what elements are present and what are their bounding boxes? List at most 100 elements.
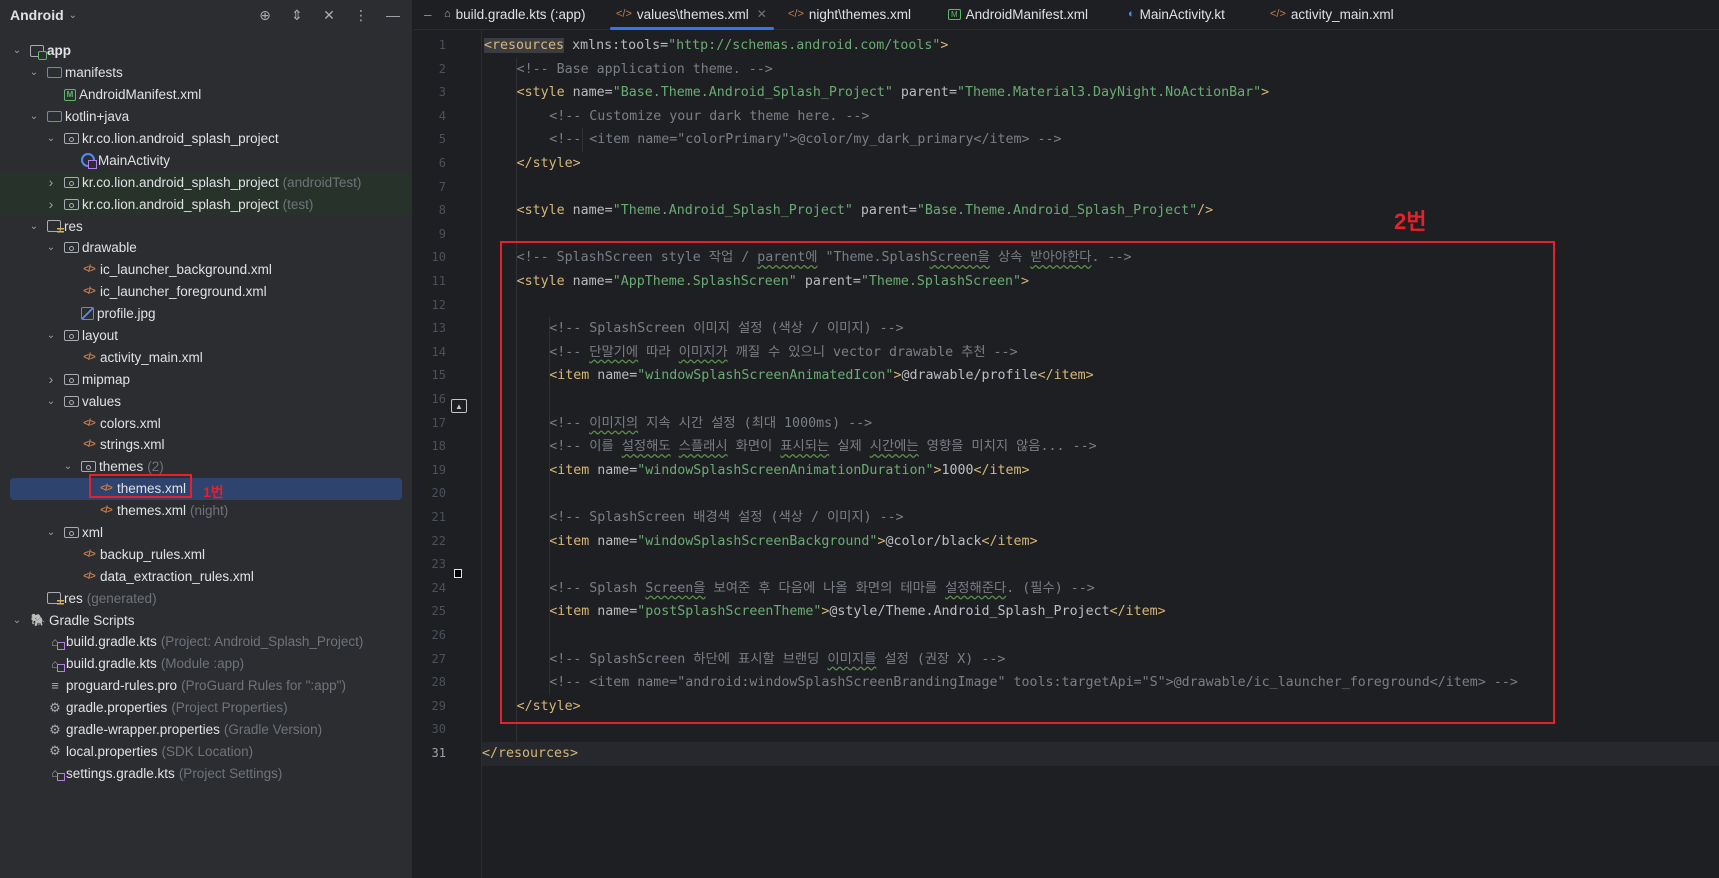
chevron-down-icon[interactable]: ⌄ (10, 615, 24, 626)
gradle-icon: 🐘 (30, 613, 46, 628)
tree-item[interactable]: </> data_extraction_rules.xml (0, 565, 412, 587)
tree-item-hint: (Project: Android_Splash_Project) (160, 634, 364, 650)
tree-item[interactable]: ⌂ settings.gradle.kts (Project Settings) (0, 762, 412, 784)
tree-item[interactable]: </> activity_main.xml (0, 346, 412, 368)
editor-tab[interactable]: ◐ MainActivity.kt (1118, 0, 1260, 29)
chevron-down-icon[interactable]: ⌄ (27, 221, 41, 232)
code-line[interactable]: <!-- Customize your dark theme here. --> (484, 105, 869, 129)
tree-item[interactable]: › mipmap (0, 368, 412, 390)
line-number: 21 (431, 510, 446, 524)
tree-item[interactable]: ⌄ layout (0, 325, 412, 347)
tree-item[interactable]: res (generated) (0, 587, 412, 609)
code-line[interactable]: <resources xmlns:tools="http://schemas.a… (484, 34, 948, 58)
locate-icon[interactable]: ⊕ (256, 7, 274, 24)
editor-tab[interactable]: </> night\themes.xml (778, 0, 938, 29)
line-number: 11 (431, 274, 446, 288)
expand-collapse-icon[interactable]: ⇕ (288, 7, 306, 24)
collapse-all-icon[interactable]: ✕ (320, 7, 338, 24)
code-line[interactable]: <!-- Base application theme. --> (484, 58, 773, 82)
chevron-down-icon[interactable]: ⌄ (61, 461, 75, 472)
chevron-down-icon[interactable]: ⌄ (27, 111, 41, 122)
tree-item[interactable]: ⌄ manifests (0, 62, 412, 84)
tree-item[interactable]: ≡ proguard-rules.pro (ProGuard Rules for "… (0, 675, 412, 697)
tree-item-label: themes (99, 459, 144, 475)
line-number: 12 (431, 297, 446, 312)
tree-item-label: drawable (82, 240, 137, 256)
xml-file-icon: </> (616, 8, 632, 20)
tree-item[interactable]: › kr.co.lion.android_splash_project (test) (0, 193, 412, 216)
tree-item[interactable]: ⌄ kotlin+java (0, 106, 412, 128)
chevron-down-icon[interactable]: ⌄ (69, 10, 77, 21)
tree-item[interactable]: ⚙ gradle-wrapper.properties (Gradle Versio… (0, 719, 412, 741)
chevron-down-icon[interactable]: ⌄ (27, 67, 41, 78)
tree-item-label: kr.co.lion.android_splash_project (82, 196, 279, 212)
image-preview-icon[interactable]: ▲ (451, 399, 467, 413)
tree-item[interactable]: </> themes.xml (night) (0, 500, 412, 522)
close-tab-icon[interactable]: ✕ (757, 7, 767, 21)
tree-item[interactable]: ⚙ gradle.properties (Project Properties) (0, 697, 412, 719)
tree-item[interactable]: </> strings.xml (0, 434, 412, 456)
chevron-down-icon[interactable]: ⌄ (44, 527, 58, 538)
tree-item-label: activity_main.xml (100, 349, 203, 365)
chevron-down-icon[interactable]: ⌄ (10, 45, 24, 56)
tree-item[interactable]: › kr.co.lion.android_splash_project (andro… (0, 171, 412, 194)
code-line[interactable]: <!-- <item name="colorPrimary">@color/my… (484, 128, 1061, 152)
xml-file-icon: </> (83, 548, 95, 560)
package-folder-icon (64, 176, 79, 188)
tree-item[interactable]: ⌄ 🐘 Gradle Scripts (0, 609, 412, 631)
chevron-right-icon[interactable]: › (44, 196, 58, 212)
tree-item[interactable]: </> ic_launcher_background.xml (0, 259, 412, 281)
tree-item[interactable]: ⌄ drawable (0, 237, 412, 259)
tab-label: build.gradle.kts (:app) (455, 6, 586, 22)
tabs-collapse-icon[interactable]: – (414, 0, 434, 29)
chevron-down-icon[interactable]: ⌄ (44, 133, 58, 144)
code-line[interactable]: </resources> (482, 742, 1719, 766)
tree-item[interactable]: ⌂ build.gradle.kts (Project: Android_Splas… (0, 631, 412, 653)
chevron-down-icon[interactable]: ⌄ (44, 242, 58, 253)
tree-item-label: backup_rules.xml (100, 546, 206, 562)
tree-item[interactable]: ⚙ local.properties (SDK Location) (0, 741, 412, 763)
tree-item[interactable]: ⌄ kr.co.lion.android_splash_project (0, 128, 412, 150)
code-line[interactable]: <style name="Theme.Android_Splash_Projec… (484, 199, 1214, 223)
tree-item[interactable]: ⌄ res (0, 215, 412, 237)
tree-item[interactable]: MainActivity (0, 149, 412, 171)
tree-item[interactable]: </> backup_rules.xml (0, 543, 412, 565)
tree-item[interactable]: ⌂ build.gradle.kts (Module :app) (0, 653, 412, 675)
code-token: parent (892, 85, 949, 101)
hide-icon[interactable]: — (384, 7, 402, 23)
chevron-right-icon[interactable]: › (44, 174, 58, 190)
tree-item[interactable]: profile.jpg (0, 303, 412, 325)
tree-item[interactable]: ⌄ app (0, 40, 412, 62)
code-token: "Base.Theme.Android_Splash_Project" (612, 85, 893, 101)
code-token: "Base.Theme.Android_Splash_Project" (916, 203, 1198, 219)
tree-item[interactable]: M AndroidManifest.xml (0, 84, 412, 106)
text-file-icon: ≡ (51, 678, 59, 694)
project-view-selector[interactable]: Android (10, 7, 64, 23)
tree-item[interactable]: </> colors.xml (0, 412, 412, 434)
annotation-box-2 (500, 241, 1555, 724)
tree-item[interactable]: ⌄ values (0, 390, 412, 412)
line-number: 6 (438, 156, 446, 170)
tree-item-label: values (82, 393, 122, 409)
tree-item[interactable]: ⌄ themes (2) (0, 456, 412, 478)
chevron-right-icon[interactable]: › (44, 371, 58, 387)
code-token: = (908, 203, 917, 219)
more-options-icon[interactable]: ⋮ (352, 7, 370, 24)
tree-item[interactable]: ⌄ xml (0, 522, 412, 544)
tree-item-hint: (ProGuard Rules for ":app") (181, 678, 346, 694)
editor-tab[interactable]: ⌂ build.gradle.kts (:app) (434, 0, 606, 29)
editor-tab[interactable]: </> values\themes.xml ✕ (606, 0, 778, 30)
code-token: "http://schemas.android.com/tools" (668, 38, 941, 53)
chevron-down-icon[interactable]: ⌄ (44, 330, 58, 341)
xml-file-icon: </> (83, 417, 95, 429)
tree-item-label: proguard-rules.pro (66, 678, 178, 694)
color-swatch-icon[interactable] (454, 569, 462, 578)
editor-tab[interactable]: M AndroidManifest.xml (938, 0, 1118, 29)
tree-item[interactable]: </> ic_launcher_foreground.xml (0, 281, 412, 303)
code-line[interactable]: <style name="Base.Theme.Android_Splash_P… (484, 81, 1270, 105)
code-line[interactable]: </style> (484, 152, 581, 176)
package-folder-icon (64, 373, 79, 385)
chevron-down-icon[interactable]: ⌄ (44, 396, 58, 407)
line-number: 13 (431, 321, 446, 336)
editor-tab[interactable]: </> activity_main.xml (1260, 0, 1400, 29)
